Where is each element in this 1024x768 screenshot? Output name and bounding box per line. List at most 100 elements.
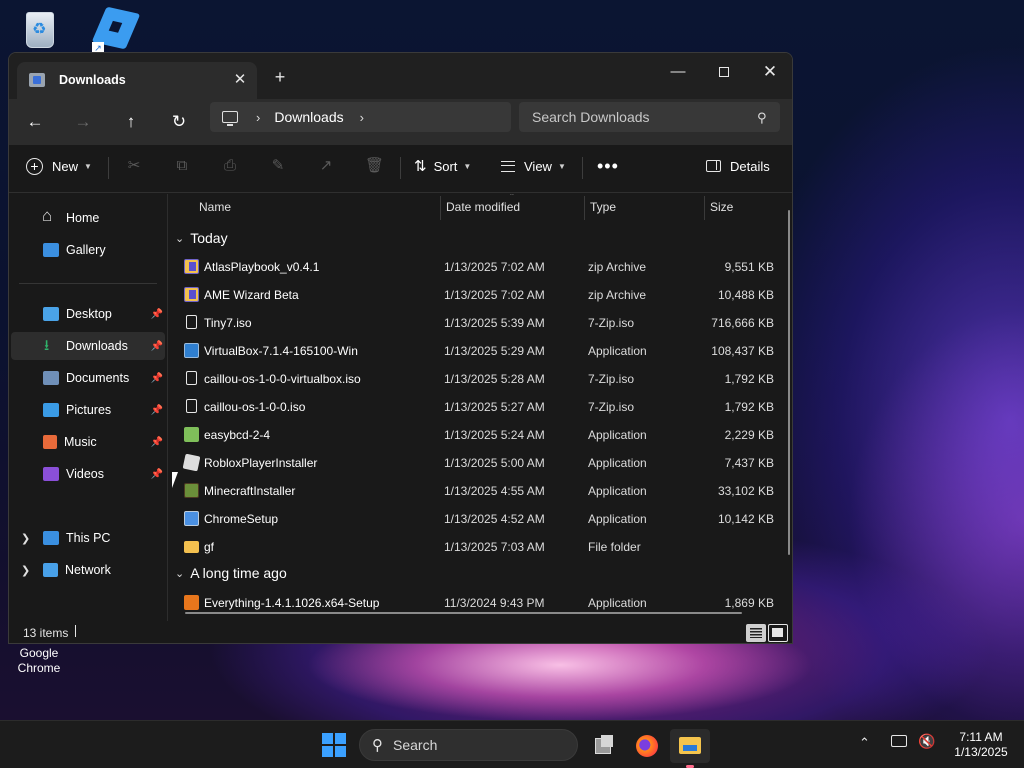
back-button[interactable]: ← <box>20 108 50 136</box>
item-count: 13 items <box>23 626 69 640</box>
sidebar-item-documents[interactable]: Documents 📌 <box>11 364 165 392</box>
file-type: File folder <box>588 540 641 554</box>
new-button[interactable]: + New ▼ <box>26 151 92 181</box>
virtualbox-icon <box>184 343 199 358</box>
chevron-up-icon[interactable]: ⌃ <box>859 735 870 751</box>
table-row[interactable]: gf 1/13/2025 7:03 AM File folder <box>179 533 779 561</box>
sidebar-item-pictures[interactable]: Pictures 📌 <box>11 396 165 424</box>
details-view-button[interactable] <box>746 624 766 642</box>
chrome-label-line1: Google <box>19 646 59 660</box>
pin-icon[interactable]: 📌 <box>151 469 163 480</box>
task-view-icon[interactable] <box>584 729 624 763</box>
close-window-button[interactable]: ✕ <box>747 57 792 87</box>
table-row[interactable]: VirtualBox-7.1.4-165100-Win 1/13/2025 5:2… <box>179 337 779 365</box>
table-row[interactable]: easybcd-2-4 1/13/2025 5:24 AM Application 2… <box>179 421 779 449</box>
table-row[interactable]: AME Wizard Beta 1/13/2025 7:02 AM zip Arch… <box>179 281 779 309</box>
sidebar-item-videos[interactable]: Videos 📌 <box>11 460 165 488</box>
windows-logo-icon <box>335 746 346 757</box>
cut-icon[interactable]: ✂ <box>125 157 143 175</box>
pin-icon[interactable]: 📌 <box>151 373 163 384</box>
view-label: View <box>524 158 552 174</box>
sidebar-item-downloads[interactable]: Downloads 📌 <box>11 332 165 360</box>
file-type: Application <box>588 484 647 498</box>
table-row[interactable]: RobloxPlayerInstaller 1/13/2025 5:00 AM Ap… <box>179 449 779 477</box>
paste-icon[interactable]: ⎙ <box>221 157 239 175</box>
sidebar-item-desktop[interactable]: Desktop 📌 <box>11 300 165 328</box>
recycle-bin-desktop-icon[interactable] <box>18 6 62 52</box>
everything-icon <box>184 595 199 610</box>
more-options-button[interactable]: ••• <box>597 151 619 181</box>
forward-button[interactable]: → <box>68 108 98 136</box>
sort-button[interactable]: ⇅ Sort ▼ <box>414 151 471 181</box>
pin-icon[interactable]: 📌 <box>151 405 163 416</box>
column-divider[interactable] <box>440 196 441 220</box>
table-row[interactable]: Tiny7.iso 1/13/2025 5:39 AM 7-Zip.iso 716,6… <box>179 309 779 337</box>
tiles-view-button[interactable] <box>768 624 788 642</box>
new-tab-button[interactable]: + <box>269 66 291 88</box>
breadcrumb-downloads[interactable]: Downloads <box>274 109 343 125</box>
table-row[interactable]: MinecraftInstaller 1/13/2025 4:55 AM Appli… <box>179 477 779 505</box>
breadcrumb-chevron-icon[interactable]: › <box>256 110 260 125</box>
volume-muted-icon[interactable]: 🔇 <box>918 733 935 750</box>
delete-icon[interactable]: 🗑 <box>365 157 384 175</box>
sidebar-item-music[interactable]: Music 📌 <box>11 428 165 456</box>
pin-icon[interactable]: 📌 <box>151 341 163 352</box>
breadcrumb-chevron-icon[interactable]: › <box>360 110 364 125</box>
start-button[interactable] <box>322 733 346 757</box>
table-row[interactable]: AtlasPlaybook_v0.4.1 1/13/2025 7:02 AM zip… <box>179 253 779 281</box>
this-pc-icon[interactable] <box>222 111 238 126</box>
network-status-icon[interactable] <box>891 735 907 747</box>
group-title: A long time ago <box>190 565 287 581</box>
horizontal-scrollbar[interactable] <box>185 612 742 614</box>
sidebar-item-network[interactable]: ❯ Network <box>11 556 165 584</box>
column-header-name[interactable]: Name <box>199 194 231 220</box>
group-header-long-ago[interactable]: ⌄ A long time ago <box>175 562 287 584</box>
group-header-today[interactable]: ⌄ Today <box>175 227 228 249</box>
rename-icon[interactable]: ✎ <box>269 157 287 175</box>
refresh-button[interactable]: ↻ <box>164 108 194 136</box>
file-name: AME Wizard Beta <box>204 288 299 302</box>
copy-icon[interactable]: ⧉ <box>173 157 191 175</box>
table-row[interactable]: caillou-os-1-0-0.iso 1/13/2025 5:27 AM 7-Z… <box>179 393 779 421</box>
sidebar-item-this-pc[interactable]: ❯ This PC <box>11 524 165 552</box>
file-name: AtlasPlaybook_v0.4.1 <box>204 260 320 274</box>
sidebar-divider <box>19 283 157 284</box>
taskbar-search[interactable]: ⚲ Search <box>359 729 578 761</box>
column-header-date[interactable]: Date modified <box>446 194 520 220</box>
search-icon[interactable]: ⚲ <box>757 110 767 126</box>
up-button[interactable]: ↑ <box>116 108 146 136</box>
view-button[interactable]: View ▼ <box>501 151 566 181</box>
column-header-type[interactable]: Type <box>590 194 616 220</box>
maximize-button[interactable] <box>701 57 747 87</box>
chevron-right-icon[interactable]: ❯ <box>21 564 30 577</box>
sidebar-item-home[interactable]: Home <box>11 204 165 232</box>
file-type: 7-Zip.iso <box>588 316 635 330</box>
column-divider[interactable] <box>704 196 705 220</box>
roblox-desktop-shortcut[interactable]: ↗ <box>91 6 142 54</box>
pin-icon[interactable]: 📌 <box>151 309 163 320</box>
share-icon[interactable]: ↗ <box>317 157 335 175</box>
chrome-desktop-shortcut[interactable]: Google Chrome <box>10 646 68 676</box>
table-row[interactable]: ChromeSetup 1/13/2025 4:52 AM Application 1… <box>179 505 779 533</box>
vertical-scrollbar[interactable] <box>788 210 790 555</box>
column-header-size[interactable]: Size <box>710 194 733 220</box>
sidebar-item-gallery[interactable]: Gallery <box>11 236 165 264</box>
breadcrumb[interactable]: › Downloads › <box>210 102 511 132</box>
column-divider[interactable] <box>584 196 585 220</box>
details-pane-button[interactable]: Details <box>706 151 770 181</box>
tab-downloads[interactable]: Downloads ✕ <box>17 62 257 99</box>
chevron-right-icon[interactable]: ❯ <box>21 532 30 545</box>
minimize-button[interactable]: — <box>655 57 701 87</box>
pin-icon[interactable]: 📌 <box>151 437 163 448</box>
close-tab-button[interactable]: ✕ <box>229 69 251 91</box>
firefox-icon[interactable] <box>627 729 667 763</box>
file-date: 1/13/2025 7:03 AM <box>444 540 545 554</box>
file-date: 1/13/2025 5:28 AM <box>444 372 545 386</box>
title-bar[interactable]: Downloads ✕ + — ✕ <box>9 53 792 99</box>
clock[interactable]: 7:11 AM 1/13/2025 <box>944 730 1018 760</box>
search-input[interactable] <box>519 102 780 132</box>
table-row[interactable]: caillou-os-1-0-0-virtualbox.iso 1/13/2025… <box>179 365 779 393</box>
file-explorer-icon[interactable] <box>670 729 710 763</box>
toolbar-divider <box>582 157 583 179</box>
file-name: caillou-os-1-0-0.iso <box>204 400 306 414</box>
